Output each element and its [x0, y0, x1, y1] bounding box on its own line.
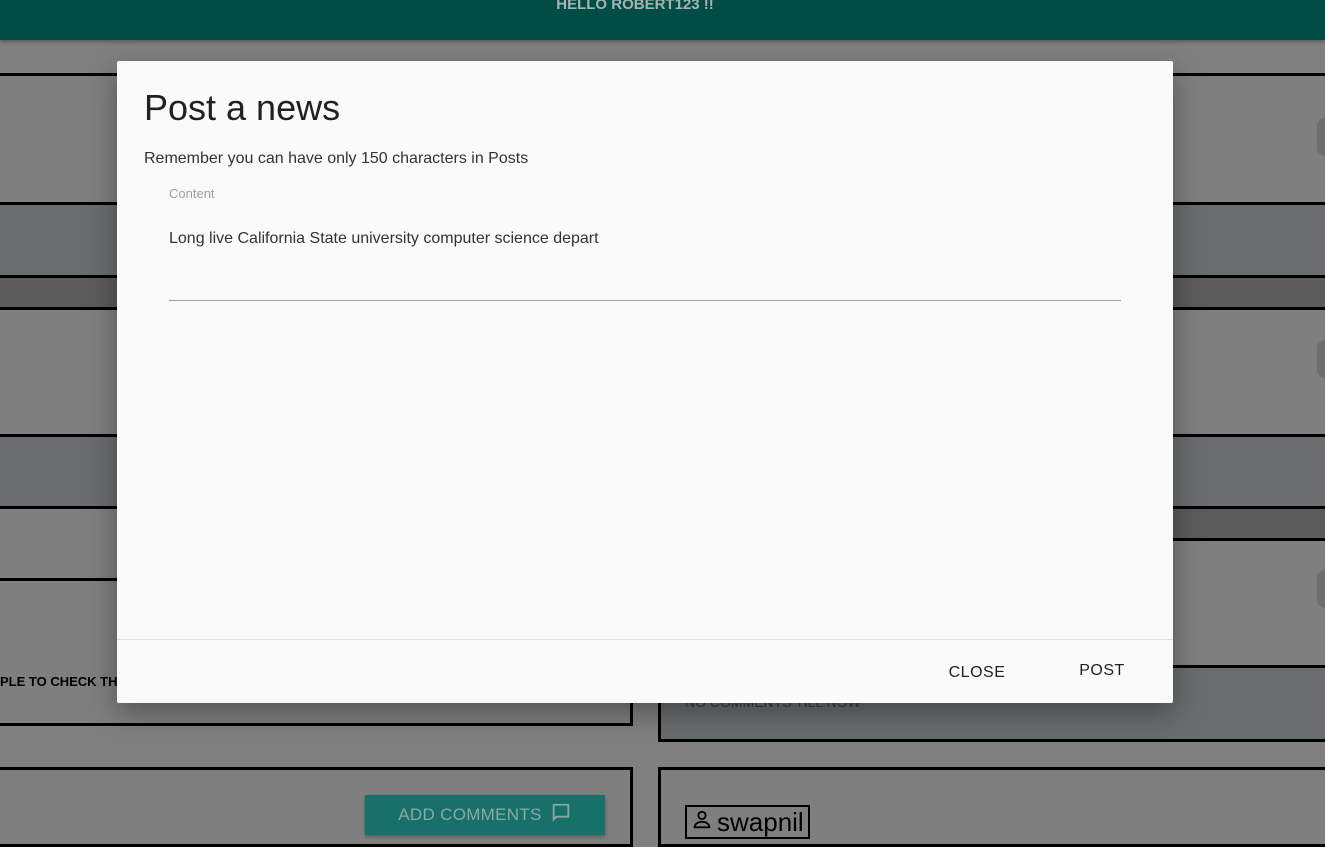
author-name: swapnil	[717, 806, 804, 837]
add-comments-button[interactable]: ADD COMMENTS	[365, 795, 605, 835]
post-news-dialog: Post a news Remember you can have only 1…	[117, 61, 1173, 703]
author-chip: swapnil	[685, 805, 810, 839]
post-button[interactable]: POST	[1057, 651, 1147, 691]
greeting-text: HELLO ROBERT123 !!	[556, 0, 714, 13]
content-field-label: Content	[169, 186, 215, 201]
close-button[interactable]: CLOSE	[927, 653, 1027, 693]
news-card-right-2	[1160, 307, 1325, 437]
dialog-description: Remember you can have only 150 character…	[144, 150, 529, 167]
dialog-actions-divider	[117, 639, 1173, 640]
card-toggle-knob	[1317, 570, 1325, 608]
news-card-right-1-footer	[1160, 202, 1325, 278]
news-card-right-1	[1160, 73, 1325, 205]
content-textarea[interactable]: Long live California State university co…	[169, 230, 1121, 301]
truncated-post-text: PLE TO CHECK TH	[0, 674, 118, 689]
top-app-bar: HELLO ROBERT123 !!	[0, 0, 1325, 40]
add-comments-label: ADD COMMENTS	[398, 805, 542, 824]
card-gap-right-2	[1160, 509, 1325, 539]
card-toggle-knob	[1317, 118, 1325, 156]
comment-icon	[550, 802, 572, 829]
news-card-right-2-footer	[1160, 434, 1325, 509]
card-gap-right	[1160, 278, 1325, 308]
person-icon	[691, 807, 713, 838]
card-toggle-knob	[1317, 340, 1325, 378]
dialog-title: Post a news	[144, 87, 341, 128]
